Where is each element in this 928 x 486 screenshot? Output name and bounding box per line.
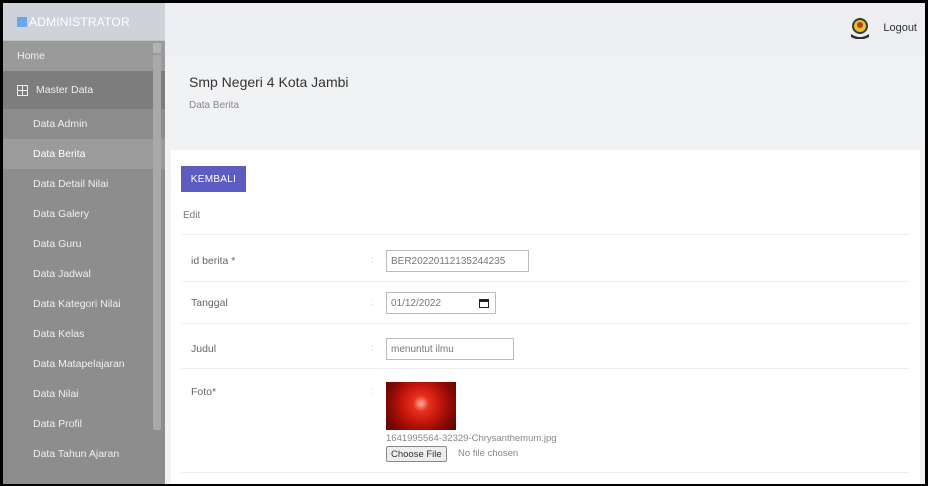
form-card: KEMBALI Edit id berita * : BER2022011213… xyxy=(171,150,920,484)
sidebar-item-data-guru[interactable]: Data Guru xyxy=(3,229,165,259)
sidebar-item-data-profil[interactable]: Data Profil xyxy=(3,409,165,439)
sidebar-item-label: Data Matapelajaran xyxy=(33,358,125,370)
colon-separator: : xyxy=(371,386,374,397)
app-window: ADMINISTRATOR Home Master Data Data Admi… xyxy=(3,3,925,484)
sidebar-item-label: Data Galery xyxy=(33,208,90,220)
user-menu: Logout xyxy=(849,17,917,39)
sidebar-item-label: Data Detail Nilai xyxy=(33,178,109,190)
page-subtitle: Data Berita xyxy=(189,100,240,111)
photo-preview xyxy=(386,382,456,430)
divider xyxy=(181,281,909,282)
sidebar-item-label: Data Tahun Ajaran xyxy=(33,448,120,460)
sidebar-item-label: Data Jadwal xyxy=(33,268,91,280)
choose-file-button[interactable]: Choose File xyxy=(386,446,447,462)
judul-label: Judul xyxy=(191,343,217,355)
sidebar-item-data-kategori-nilai[interactable]: Data Kategori Nilai xyxy=(3,289,165,319)
school-emblem-icon xyxy=(851,18,870,39)
grid-icon xyxy=(17,84,28,96)
sidebar-item-master-data[interactable]: Master Data xyxy=(3,71,165,109)
sidebar-item-data-galery[interactable]: Data Galery xyxy=(3,199,165,229)
logo-icon xyxy=(17,16,27,27)
logout-link[interactable]: Logout xyxy=(883,22,917,34)
sidebar-item-data-admin[interactable]: Data Admin xyxy=(3,109,165,139)
page-header: Smp Negeri 4 Kota Jambi Data Berita xyxy=(165,56,925,146)
sidebar: ADMINISTRATOR Home Master Data Data Admi… xyxy=(3,3,165,484)
sidebar-item-label: Data Kategori Nilai xyxy=(33,298,121,310)
sidebar-item-label: Data Berita xyxy=(33,148,86,160)
calendar-icon[interactable] xyxy=(479,298,489,308)
sidebar-item-label: Data Guru xyxy=(33,238,82,250)
sidebar-item-home[interactable]: Home xyxy=(3,41,165,71)
sidebar-item-label: Data Nilai xyxy=(33,388,79,400)
sidebar-item-data-tahun-ajaran[interactable]: Data Tahun Ajaran xyxy=(3,439,165,469)
id-berita-label: id berita * xyxy=(191,255,236,267)
no-file-label: No file chosen xyxy=(458,448,519,459)
colon-separator: : xyxy=(371,297,374,308)
sidebar-item-label: Data Admin xyxy=(33,118,88,130)
divider xyxy=(181,368,909,369)
divider xyxy=(181,472,909,473)
sidebar-item-data-detail-nilai[interactable]: Data Detail Nilai xyxy=(3,169,165,199)
sidebar-item-data-kelas[interactable]: Data Kelas xyxy=(3,319,165,349)
sidebar-scrollbar[interactable] xyxy=(153,55,161,430)
judul-input[interactable]: menuntut ilmu xyxy=(386,338,514,360)
form-mode-label: Edit xyxy=(183,210,201,221)
top-bar: Logout xyxy=(165,3,925,56)
tanggal-date-input[interactable]: 01/12/2022 xyxy=(386,292,496,314)
brand-bar[interactable]: ADMINISTRATOR xyxy=(3,3,165,41)
date-value: 01/12/2022 xyxy=(391,297,442,309)
tanggal-label: Tanggal xyxy=(191,297,228,309)
sidebar-item-data-nilai[interactable]: Data Nilai xyxy=(3,379,165,409)
sidebar-item-label: Home xyxy=(17,50,46,62)
colon-separator: : xyxy=(371,255,374,266)
scrollbar-up-button[interactable] xyxy=(153,43,161,53)
sidebar-item-data-jadwal[interactable]: Data Jadwal xyxy=(3,259,165,289)
page-title: Smp Negeri 4 Kota Jambi xyxy=(189,74,349,90)
foto-label: Foto* xyxy=(191,386,217,398)
id-berita-input[interactable]: BER20220112135244235 xyxy=(386,250,529,272)
colon-separator: : xyxy=(371,343,374,354)
sidebar-item-data-berita[interactable]: Data Berita xyxy=(3,139,165,169)
sidebar-item-label: Data Profil xyxy=(33,418,83,430)
divider xyxy=(181,323,909,324)
sidebar-item-data-matapelajaran[interactable]: Data Matapelajaran xyxy=(3,349,165,379)
sidebar-item-label: Master Data xyxy=(36,84,94,96)
photo-filename: 1641995564-32329-Chrysanthemum.jpg xyxy=(386,433,557,444)
divider xyxy=(181,234,909,235)
back-button[interactable]: KEMBALI xyxy=(181,166,246,192)
brand-title: ADMINISTRATOR xyxy=(29,14,130,29)
sidebar-item-label: Data Kelas xyxy=(33,328,85,340)
